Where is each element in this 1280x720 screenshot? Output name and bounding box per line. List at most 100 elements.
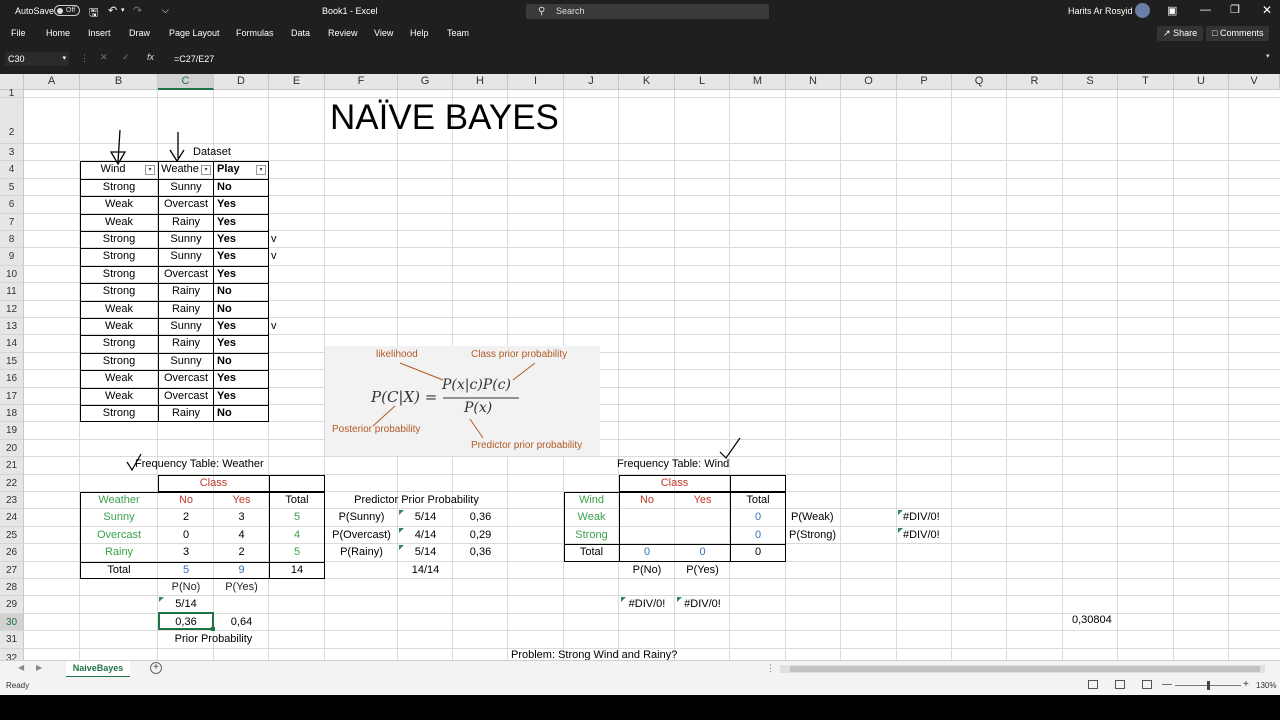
dataset-cell[interactable]: Yes <box>217 248 267 265</box>
freq-weather-cell[interactable]: Rainy <box>80 544 158 561</box>
redo-icon[interactable]: ↷ <box>133 4 142 17</box>
column-header-s[interactable]: S <box>1063 74 1118 90</box>
dataset-cell[interactable]: No <box>217 301 267 318</box>
column-header-m[interactable]: M <box>730 74 786 90</box>
page-layout-view-icon[interactable] <box>1115 680 1125 689</box>
v-mark[interactable]: v <box>271 231 281 248</box>
freq-weather-header-3[interactable]: Total <box>269 492 325 509</box>
tab-help[interactable]: Help <box>410 28 429 38</box>
row-header-21[interactable]: 21 <box>0 457 24 475</box>
column-header-r[interactable]: R <box>1007 74 1063 90</box>
freq-weather-cell[interactable]: 3 <box>158 544 214 561</box>
predictor-total[interactable]: 14/14 <box>398 562 453 579</box>
freq-wind-cell[interactable] <box>619 509 675 526</box>
tab-page-layout[interactable]: Page Layout <box>169 28 220 38</box>
row-header-20[interactable]: 20 <box>0 439 24 458</box>
v-mark[interactable]: v <box>271 248 281 265</box>
freq-wind-cell[interactable]: Total <box>564 544 619 561</box>
dataset-cell[interactable]: Sunny <box>158 353 214 370</box>
row-header-5[interactable]: 5 <box>0 178 24 197</box>
column-header-v[interactable]: V <box>1229 74 1280 90</box>
row-header-7[interactable]: 7 <box>0 213 24 231</box>
dataset-cell[interactable]: Rainy <box>158 405 214 422</box>
dataset-header-0[interactable]: Wind <box>80 161 146 178</box>
sheet-tab-naivebayes[interactable]: NaiveBayes <box>66 661 130 678</box>
row-header-26[interactable]: 26 <box>0 544 24 562</box>
row-header-8[interactable]: 8 <box>0 231 24 249</box>
dataset-cell[interactable]: Rainy <box>158 301 214 318</box>
dataset-cell[interactable]: Weak <box>80 370 158 387</box>
row-header-29[interactable]: 29 <box>0 596 24 614</box>
predictor-fraction[interactable]: 5/14 <box>398 509 453 526</box>
dataset-cell[interactable]: Strong <box>80 283 158 300</box>
freq-wind-header-3[interactable]: Total <box>730 492 786 509</box>
dataset-cell[interactable]: Overcast <box>158 388 214 405</box>
freq-weather-cell[interactable]: 5 <box>269 544 325 561</box>
formula-input[interactable]: =C27/E27 <box>170 52 1270 66</box>
fill-handle[interactable] <box>211 627 215 631</box>
dataset-cell[interactable]: Yes <box>217 266 267 283</box>
tab-team[interactable]: Team <box>447 28 469 38</box>
row-header-15[interactable]: 15 <box>0 352 24 371</box>
dataset-cell[interactable]: Weak <box>80 301 158 318</box>
column-header-u[interactable]: U <box>1174 74 1229 90</box>
wind-div-no[interactable]: #DIV/0! <box>619 596 675 613</box>
freq-wind-cell[interactable]: 0 <box>730 509 786 526</box>
tab-formulas[interactable]: Formulas <box>236 28 274 38</box>
dataset-cell[interactable]: Weak <box>80 388 158 405</box>
freq-wind-class[interactable]: Class <box>619 475 730 492</box>
row-header-24[interactable]: 24 <box>0 509 24 527</box>
dataset-cell[interactable]: Yes <box>217 370 267 387</box>
row-header-16[interactable]: 16 <box>0 370 24 388</box>
filter-dropdown-icon[interactable]: ▾ <box>145 165 155 176</box>
dataset-label[interactable]: Dataset <box>193 144 231 161</box>
p-strong-value[interactable]: #DIV/0! <box>903 527 963 544</box>
dataset-cell[interactable]: Overcast <box>158 196 214 213</box>
tab-split-icon[interactable]: ⋮ <box>766 663 775 674</box>
p-strong-label[interactable]: P(Strong) <box>789 527 859 544</box>
freq-weather-title[interactable]: Frequency Table: Weather <box>135 456 264 473</box>
dataset-cell[interactable]: Yes <box>217 231 267 248</box>
row-header-25[interactable]: 25 <box>0 526 24 545</box>
column-header-n[interactable]: N <box>786 74 841 90</box>
freq-wind-cell[interactable]: 0 <box>619 544 675 561</box>
active-cell-selection[interactable] <box>158 612 214 630</box>
row-header-30[interactable]: 30 <box>0 613 24 632</box>
dataset-cell[interactable]: Yes <box>217 388 267 405</box>
row-header-3[interactable]: 3 <box>0 144 24 162</box>
filter-dropdown-icon[interactable]: ▾ <box>201 165 211 176</box>
freq-wind-cell[interactable]: 0 <box>730 527 786 544</box>
dataset-cell[interactable]: Yes <box>217 318 267 335</box>
user-name[interactable]: Harits Ar Rosyid <box>1068 6 1133 16</box>
column-header-o[interactable]: O <box>841 74 897 90</box>
sheet-title[interactable]: NAÏVE BAYES <box>330 98 559 138</box>
zoom-slider-thumb[interactable] <box>1207 681 1210 690</box>
p-no-label[interactable]: P(No) <box>158 579 214 596</box>
predictor-value[interactable]: 0,29 <box>453 527 508 544</box>
freq-weather-header-2[interactable]: Yes <box>214 492 269 509</box>
dataset-header-1[interactable]: Weathe <box>158 161 202 178</box>
dataset-cell[interactable]: Strong <box>80 266 158 283</box>
freq-wind-title[interactable]: Frequency Table: Wind <box>617 456 729 473</box>
p-no-fraction[interactable]: 5/14 <box>158 596 214 613</box>
tab-home[interactable]: Home <box>46 28 70 38</box>
column-header-g[interactable]: G <box>398 74 453 90</box>
v-mark[interactable]: v <box>271 318 281 335</box>
fx-icon[interactable]: fx <box>147 52 154 62</box>
dataset-cell[interactable]: Sunny <box>158 231 214 248</box>
cell-s30[interactable]: 0,30804 <box>1072 612 1112 629</box>
row-header-11[interactable]: 11 <box>0 283 24 301</box>
freq-wind-cell[interactable]: Weak <box>564 509 619 526</box>
dataset-cell[interactable]: Strong <box>80 353 158 370</box>
row-header-2[interactable]: 2 <box>0 98 24 144</box>
column-header-h[interactable]: H <box>453 74 508 90</box>
share-button[interactable]: ↗ Share <box>1157 26 1204 41</box>
freq-weather-cell[interactable]: 3 <box>214 509 269 526</box>
dataset-cell[interactable]: No <box>217 353 267 370</box>
close-icon[interactable]: ✕ <box>1262 3 1272 17</box>
dataset-cell[interactable]: Yes <box>217 196 267 213</box>
predictor-title[interactable]: Predictor Prior Probability <box>325 492 508 509</box>
row-header-12[interactable]: 12 <box>0 300 24 318</box>
comments-button[interactable]: □ Comments <box>1206 26 1270 41</box>
page-break-view-icon[interactable] <box>1142 680 1152 689</box>
